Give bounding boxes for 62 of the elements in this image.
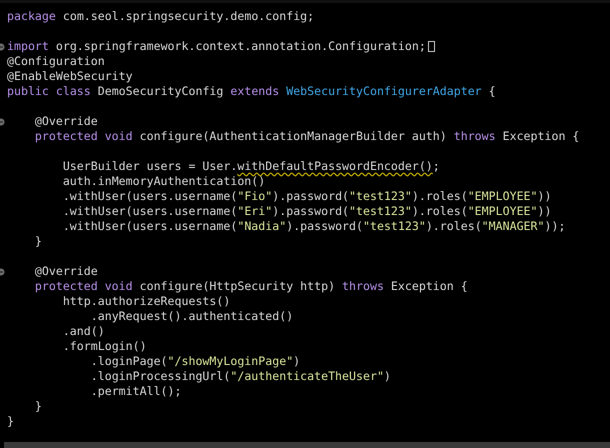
code-text: protected void: [34, 129, 133, 144]
code-text: "EMPLOYEE": [468, 204, 538, 219]
code-text: Exception {: [502, 129, 580, 144]
code-text: .withUser(users.username(: [62, 219, 238, 234]
code-text: ): [384, 369, 391, 384]
code-text: "Eri": [237, 204, 272, 219]
code-text: .loginPage(: [90, 354, 168, 369]
code-text: UserBuilder users = User.: [62, 159, 238, 174]
code-text: @EnableWebSecurity: [7, 69, 133, 84]
code-text: Exception {: [390, 279, 468, 294]
code-text: )): [538, 189, 552, 204]
code-text: "Nadia": [237, 219, 286, 234]
code-text: )): [538, 204, 552, 219]
code-text: {: [488, 84, 496, 99]
code-text: ).password(: [272, 189, 350, 204]
code-text: ).roles(: [412, 189, 468, 204]
code-text: configure(AuthenticationManagerBuilder auth): [138, 129, 448, 144]
code-text: throws: [342, 279, 384, 294]
code-text: }: [34, 399, 42, 414]
code-text: "/showMyLoginPage": [168, 354, 294, 369]
code-text: http.authorizeRequests(): [62, 294, 230, 309]
code-text: public class: [7, 84, 91, 99]
code-text: "/authenticateTheUser": [230, 369, 384, 384]
code-text: ).roles(: [426, 219, 482, 234]
code-text: ));: [544, 219, 566, 234]
code-text: "test123": [349, 189, 412, 204]
code-text: .withUser(users.username(: [62, 189, 238, 204]
code-text: ): [293, 354, 300, 369]
code-text: @Override: [34, 264, 98, 279]
code-text: }: [34, 234, 42, 249]
code-text: .withUser(users.username(: [62, 204, 238, 219]
code-text: @Override: [34, 114, 98, 129]
code-text: configure(HttpSecurity http): [138, 279, 336, 294]
code-text: import: [7, 39, 49, 54]
code-text: protected void: [34, 279, 133, 294]
code-text: ).password(: [272, 204, 350, 219]
code-text: ).roles(: [412, 204, 468, 219]
code-text: .permitAll();: [90, 384, 182, 399]
code-text: DemoSecurityConfig: [96, 84, 224, 99]
code-text: .anyRequest().authenticated(): [90, 309, 294, 324]
code-text: @Configuration: [7, 54, 105, 69]
code-text: "EMPLOYEE": [468, 189, 538, 204]
collapsed-imports-marker[interactable]: [428, 41, 435, 52]
code-text: "test123": [363, 219, 426, 234]
code-text: WebSecurityConfigurerAdapter: [286, 84, 482, 99]
code-text: throws: [454, 129, 496, 144]
code-text: .loginProcessingUrl(: [90, 369, 230, 384]
code-text: }: [7, 414, 14, 429]
code-text: "test123": [349, 204, 412, 219]
horizontal-scrollbar[interactable]: [4, 442, 610, 448]
code-text: "Fio": [237, 189, 272, 204]
code-text: org.springframework.context.annotation.Configuration;: [54, 39, 426, 54]
code-text: auth.inMemoryAuthentication(): [62, 174, 266, 189]
code-text: .and(): [62, 324, 105, 339]
code-text: .formLogin(): [62, 339, 147, 354]
code-text: package: [7, 9, 56, 24]
code-text: ).password(: [286, 219, 363, 234]
code-text: com.seol.springsecurity.demo.config;: [62, 9, 314, 24]
code-text: withDefaultPasswordEncoder(): [237, 159, 433, 174]
code-text: "MANAGER": [482, 219, 544, 234]
code-text: extends: [230, 84, 280, 99]
code-text: ;: [432, 159, 440, 174]
